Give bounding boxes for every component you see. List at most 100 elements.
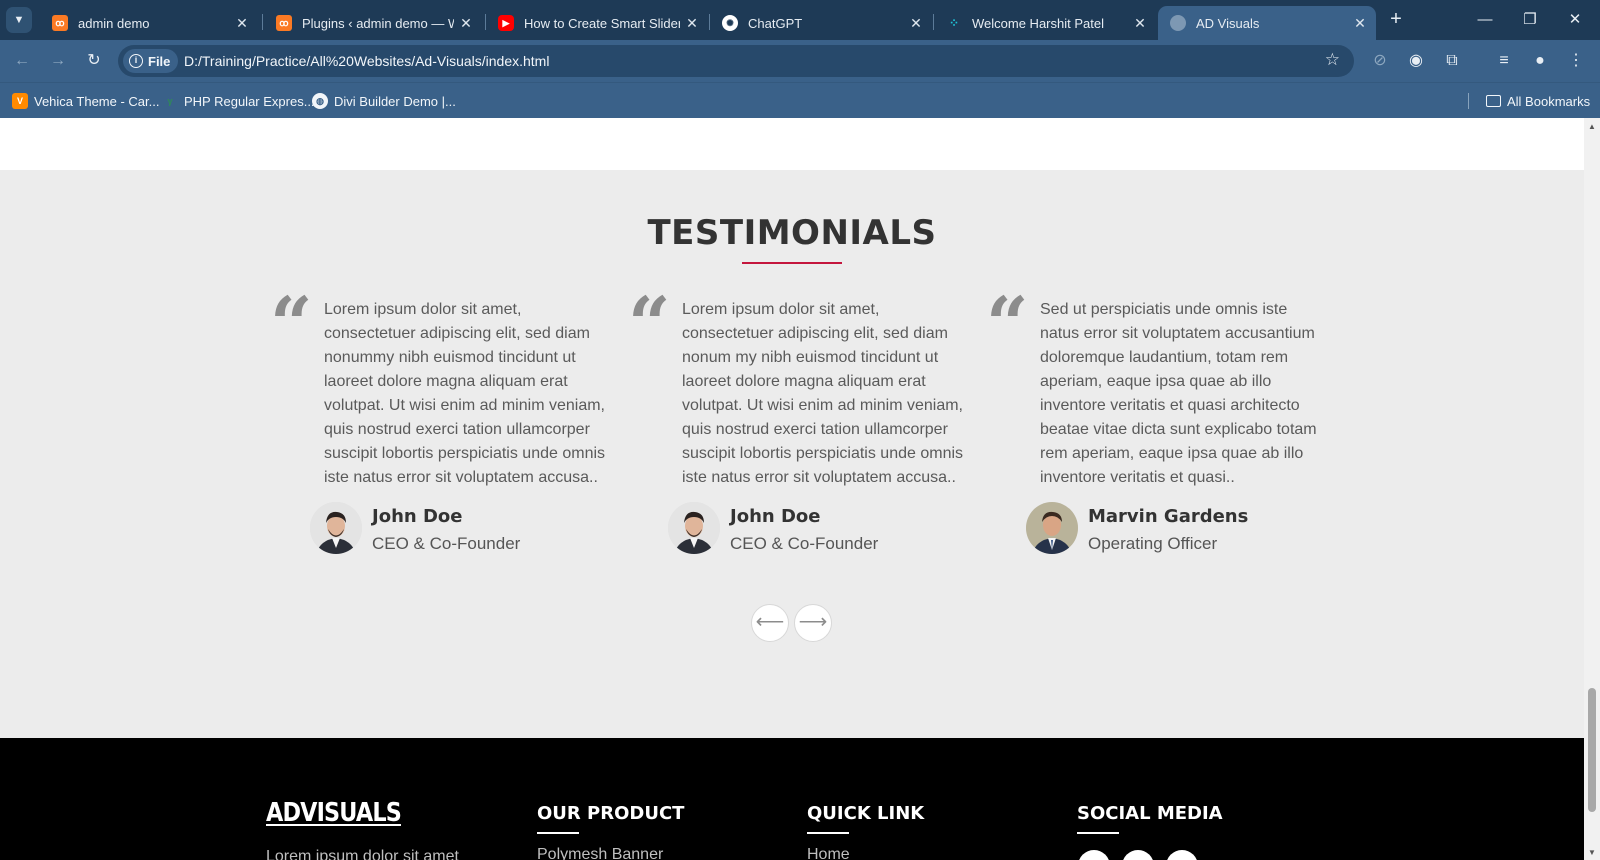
next-slide-button[interactable]: ⟶ [794,604,832,642]
site-info-chip[interactable]: i File [123,49,179,73]
avatar [310,502,362,554]
prev-slide-button[interactable]: ⟵ [751,604,789,642]
testimonial-text: Sed ut perspiciatis unde omnis iste natu… [1040,301,1317,486]
xampp-icon: ꝏ [276,15,292,31]
tab-separator [262,14,263,30]
bookmark-star-icon[interactable]: ☆ [1325,50,1340,70]
quote-icon: “ [986,282,1029,368]
tab-chatgpt[interactable]: ✺ ChatGPT ✕ [710,6,932,40]
footer-about-text: Lorem ipsum dolor sit amet [266,848,459,860]
tab-title: AD Visuals [1196,15,1260,31]
arrow-left-icon: ⟵ [755,611,785,633]
tab-strip: ▼ ꝏ admin demo ✕ ꝏ Plugins ‹ admin demo … [0,0,1600,40]
person-name: Marvin Gardens [1088,506,1249,527]
testimonial-card: “ Lorem ipsum dolor sit amet, consectetu… [270,288,610,578]
tab-title: How to Create Smart Slider in [524,15,680,31]
new-tab-plus-icon[interactable]: + [1384,8,1408,32]
footer-link-polymesh-banner[interactable]: Polymesh Banner [537,846,663,860]
footer-heading-underline [537,832,579,834]
person-role: Operating Officer [1088,534,1218,553]
arrow-right-icon: ⟶ [798,611,828,633]
person-name: John Doe [730,506,821,527]
bookmarks-divider [1468,93,1469,109]
person-name: John Doe [372,506,463,527]
vehica-icon: V [12,93,28,109]
tab-ad-visuals[interactable]: AD Visuals ✕ [1158,6,1376,40]
back-arrow-icon[interactable]: ← [10,49,34,73]
facebook-icon[interactable] [1078,850,1110,860]
page-scrollbar[interactable]: ▲ ▼ [1584,118,1600,860]
previous-section-end [0,118,1584,170]
folder-icon [1486,95,1501,107]
bookmark-label: PHP Regular Expres... [184,93,315,109]
close-icon[interactable]: ✕ [1348,15,1372,32]
xampp-icon: ꝏ [52,15,68,31]
browser-toolbar: ← → ↻ i File D:/Training/Practice/All%20… [0,40,1600,82]
section-title: TESTIMONIALS [647,213,937,253]
scroll-up-icon[interactable]: ▲ [1588,122,1596,131]
bookmark-vehica[interactable]: V Vehica Theme - Car... [12,92,160,110]
bookmark-divi[interactable]: ◍ Divi Builder Demo |... [312,92,456,110]
close-icon[interactable]: ✕ [904,15,928,32]
avatar [668,502,720,554]
close-icon[interactable]: ✕ [1128,15,1152,32]
footer-logo[interactable]: ADVISUALS [266,798,402,828]
site-footer: ADVISUALS Lorem ipsum dolor sit amet OUR… [0,738,1584,860]
restore-icon[interactable]: ❐ [1515,8,1545,32]
bookmark-label: Divi Builder Demo |... [334,93,456,109]
window-close-icon[interactable]: ✕ [1560,8,1590,32]
globe-icon [1170,15,1186,31]
testimonial-text: Lorem ipsum dolor sit amet, consectetuer… [682,301,964,486]
tab-admin-demo[interactable]: ꝏ admin demo ✕ [40,6,258,40]
media-queue-icon[interactable]: ≡ [1492,49,1516,73]
twitter-icon[interactable] [1122,850,1154,860]
tab-plugins[interactable]: ꝏ Plugins ‹ admin demo — Wo ✕ [264,6,482,40]
footer-heading-underline [1077,832,1119,834]
footer-heading-social-media: SOCIAL MEDIA [1077,803,1223,824]
footer-link-home[interactable]: Home [807,846,850,860]
tab-smart-slider[interactable]: ▶ How to Create Smart Slider in ✕ [486,6,708,40]
profile-icon[interactable]: ● [1528,49,1552,73]
extensions-puzzle-icon[interactable]: ⧉ [1440,49,1464,73]
dots-logo-icon: ⁘ [948,16,960,30]
url-text[interactable]: D:/Training/Practice/All%20Websites/Ad-V… [184,53,549,69]
bookmark-label: Vehica Theme - Car... [34,93,160,109]
quote-icon: “ [270,282,313,368]
scrollbar-thumb[interactable] [1588,688,1596,812]
address-bar[interactable]: i File D:/Training/Practice/All%20Websit… [118,45,1354,77]
all-bookmarks-label: All Bookmarks [1507,93,1591,109]
scroll-down-icon[interactable]: ▼ [1588,848,1596,857]
footer-heading-underline [807,832,849,834]
avatar [1026,502,1078,554]
instagram-icon[interactable] [1166,850,1198,860]
footer-heading-product: OUR PRODUCT [537,803,685,824]
testimonial-text: Lorem ipsum dolor sit amet, consectetuer… [324,301,606,486]
tab-title: Plugins ‹ admin demo — Wo [302,15,454,31]
bookmark-php-regex[interactable]: γ PHP Regular Expres... [162,92,315,110]
close-icon[interactable]: ✕ [230,15,254,32]
bookmarks-bar: V Vehica Theme - Car... γ PHP Regular Ex… [0,82,1600,118]
compass-icon[interactable]: ⊘ [1368,49,1392,73]
close-icon[interactable]: ✕ [680,15,704,32]
tab-title: ChatGPT [748,15,803,31]
testimonial-card: “ Lorem ipsum dolor sit amet, consectetu… [628,288,968,578]
all-bookmarks[interactable]: All Bookmarks [1486,92,1590,110]
forward-arrow-icon[interactable]: → [46,49,70,73]
tab-welcome[interactable]: ⁘ Welcome Harshit Patel ✕ [934,6,1156,40]
youtube-icon: ▶ [498,15,514,31]
info-icon: i [129,54,143,68]
reload-icon[interactable]: ↻ [82,49,106,73]
chrome-extension-icon[interactable]: ◉ [1404,49,1428,73]
testimonial-card: “ Sed ut perspiciatis unde omnis iste na… [986,288,1326,578]
scheme-label: File [148,53,171,69]
minimize-icon[interactable]: — [1470,8,1500,32]
close-icon[interactable]: ✕ [454,15,478,32]
chatgpt-icon: ✺ [722,15,738,31]
person-role: CEO & Co-Founder [372,534,521,553]
php-icon: γ [167,96,173,106]
footer-heading-quick-link: QUICK LINK [807,803,925,824]
globe-icon: ◍ [312,93,328,109]
menu-kebab-icon[interactable]: ⋮ [1564,49,1588,73]
tab-search-chevron-icon[interactable]: ▼ [6,7,32,33]
tab-title: Welcome Harshit Patel [972,15,1104,31]
